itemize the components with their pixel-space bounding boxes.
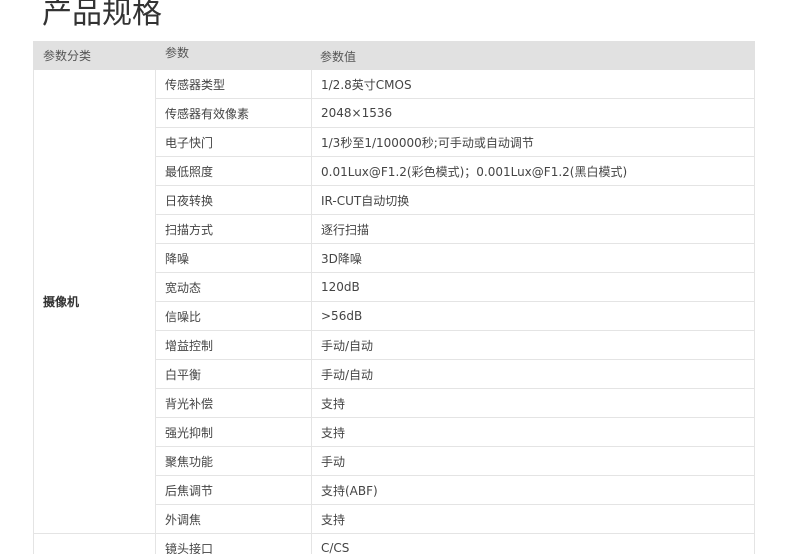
table-row: 摄像机 传感器类型 1/2.8英寸CMOS xyxy=(33,69,755,534)
category-cell: 摄像机 xyxy=(33,69,156,534)
value-cell: 0.01Lux@F1.2(彩色模式)；0.001Lux@F1.2(黑白模式) xyxy=(311,156,755,186)
param-cell: 宽动态 xyxy=(155,272,312,302)
header-param: 参数 xyxy=(155,41,312,70)
table-row: 镜头接口 C/CS xyxy=(33,533,755,554)
table-header-row: 参数分类 参数 参数值 xyxy=(33,41,755,70)
param-cell: 聚焦功能 xyxy=(155,446,312,476)
value-cell: 2048×1536 xyxy=(311,98,755,128)
param-cell: 日夜转换 xyxy=(155,185,312,215)
param-cell: 镜头接口 xyxy=(155,533,312,554)
value-cell: 手动/自动 xyxy=(311,330,755,360)
header-value: 参数值 xyxy=(311,41,755,70)
table-body: 摄像机 传感器类型 1/2.8英寸CMOS 传感器有效像素 2048×1536 电子快门 1… xyxy=(33,69,755,554)
value-cell: 支持 xyxy=(311,388,755,418)
value-cell: 120dB xyxy=(311,272,755,302)
value-cell: 支持 xyxy=(311,504,755,534)
param-cell: 电子快门 xyxy=(155,127,312,157)
header-category: 参数分类 xyxy=(33,41,156,70)
param-cell: 强光抑制 xyxy=(155,417,312,447)
category-cell xyxy=(33,533,156,554)
spec-table: 参数分类 参数 参数值 摄像机 传感器类型 1/2.8英寸CMOS 传感器有效像素 20… xyxy=(33,41,755,554)
value-cell: 支持(ABF) xyxy=(311,475,755,505)
param-cell: 外调焦 xyxy=(155,504,312,534)
value-cell: 手动 xyxy=(311,446,755,476)
page-title: 产品规格 xyxy=(42,0,162,31)
param-cell: 白平衡 xyxy=(155,359,312,389)
param-cell: 传感器类型 xyxy=(155,69,312,99)
value-cell: 1/2.8英寸CMOS xyxy=(311,69,755,99)
value-cell: 手动/自动 xyxy=(311,359,755,389)
param-cell: 最低照度 xyxy=(155,156,312,186)
param-cell: 背光补偿 xyxy=(155,388,312,418)
param-cell: 增益控制 xyxy=(155,330,312,360)
product-spec-page: 产品规格 参数分类 参数 参数值 摄像机 传感器类型 1/2.8英寸CMOS 传感器有… xyxy=(0,0,790,554)
value-cell: C/CS xyxy=(311,533,755,554)
param-cell: 信噪比 xyxy=(155,301,312,331)
param-cell: 降噪 xyxy=(155,243,312,273)
value-cell: IR-CUT自动切换 xyxy=(311,185,755,215)
value-cell: 支持 xyxy=(311,417,755,447)
value-cell: 3D降噪 xyxy=(311,243,755,273)
value-cell: 1/3秒至1/100000秒;可手动或自动调节 xyxy=(311,127,755,157)
value-cell: >56dB xyxy=(311,301,755,331)
param-cell: 后焦调节 xyxy=(155,475,312,505)
value-cell: 逐行扫描 xyxy=(311,214,755,244)
param-cell: 传感器有效像素 xyxy=(155,98,312,128)
param-cell: 扫描方式 xyxy=(155,214,312,244)
